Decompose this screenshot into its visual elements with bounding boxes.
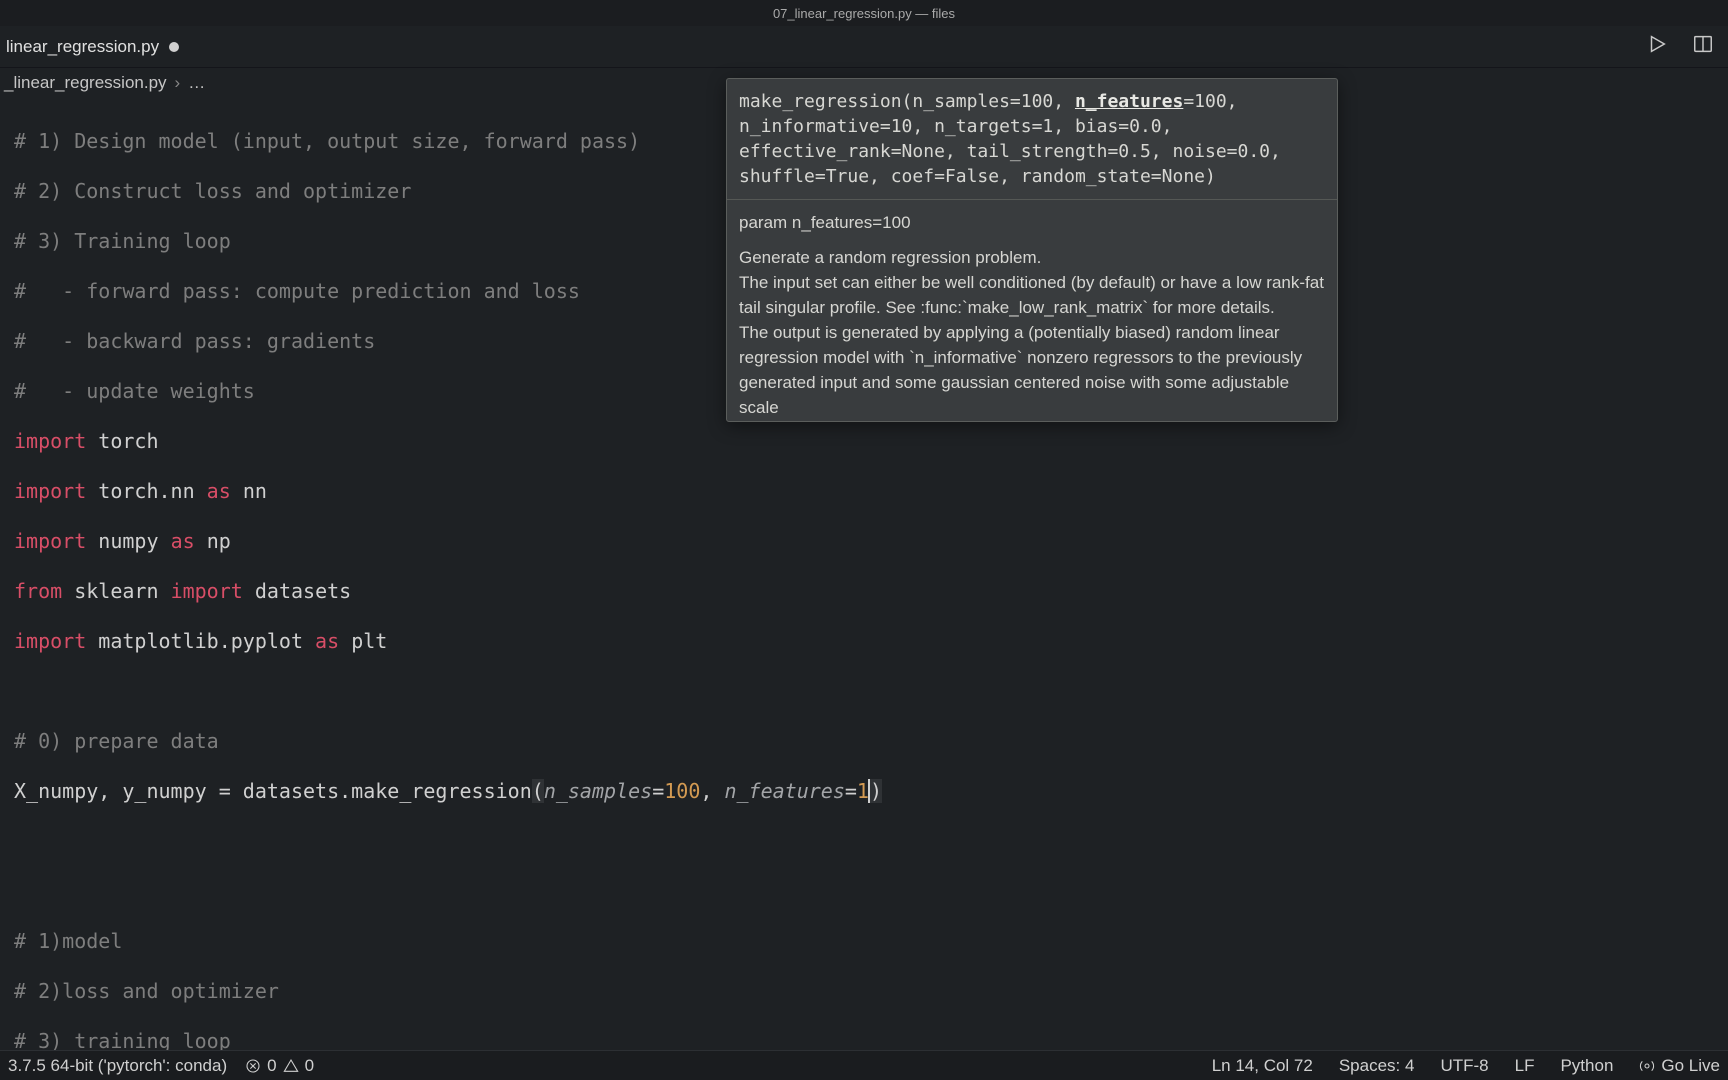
status-indent[interactable]: Spaces: 4 xyxy=(1339,1056,1415,1076)
unsaved-dot-icon xyxy=(169,42,179,52)
comment: # 0) prepare data xyxy=(14,729,219,753)
status-cursor-position[interactable]: Ln 14, Col 72 xyxy=(1212,1056,1313,1076)
tab-bar: linear_regression.py xyxy=(0,26,1728,68)
breadcrumb-file: _linear_regression.py xyxy=(4,73,167,93)
tab-active[interactable]: linear_regression.py xyxy=(0,26,195,67)
status-eol[interactable]: LF xyxy=(1515,1056,1535,1076)
comment: # 2) Construct loss and optimizer xyxy=(14,179,411,203)
broadcast-icon xyxy=(1639,1058,1655,1074)
doc-line: Generate a random regression problem. xyxy=(739,245,1325,270)
run-icon[interactable] xyxy=(1646,33,1668,60)
status-problems[interactable]: 0 0 xyxy=(245,1056,314,1076)
status-interpreter[interactable]: 3.7.5 64-bit ('pytorch': conda) xyxy=(8,1056,227,1076)
window-title: 07_linear_regression.py — files xyxy=(0,0,1728,26)
comment: # - backward pass: gradients xyxy=(14,329,375,353)
doc-line: The input set can either be well conditi… xyxy=(739,270,1325,320)
active-param: n_features xyxy=(1075,91,1183,112)
comment: # - update weights xyxy=(14,379,255,403)
status-go-live[interactable]: Go Live xyxy=(1639,1056,1720,1076)
error-icon xyxy=(245,1058,261,1074)
status-encoding[interactable]: UTF-8 xyxy=(1440,1056,1488,1076)
doc-line: The output is generated by applying a (p… xyxy=(739,320,1325,420)
warning-icon xyxy=(283,1058,299,1074)
status-bar: 3.7.5 64-bit ('pytorch': conda) 0 0 Ln 1… xyxy=(0,1050,1728,1080)
chevron-right-icon: › xyxy=(175,73,181,93)
signature-text: make_regression(n_samples=100, n_feature… xyxy=(739,89,1325,189)
comment: # 2)loss and optimizer xyxy=(14,979,279,1003)
signature-help-popup: make_regression(n_samples=100, n_feature… xyxy=(726,78,1338,422)
breadcrumb-symbol: … xyxy=(188,73,205,93)
tab-label: linear_regression.py xyxy=(6,37,159,57)
comment: # - forward pass: compute prediction and… xyxy=(14,279,580,303)
comment: # 3) Training loop xyxy=(14,229,231,253)
split-editor-icon[interactable] xyxy=(1692,33,1714,60)
comment: # 1) Design model (input, output size, f… xyxy=(14,129,640,153)
param-label: param n_features=100 xyxy=(739,210,1325,235)
status-language[interactable]: Python xyxy=(1560,1056,1613,1076)
comment: # 1)model xyxy=(14,929,122,953)
